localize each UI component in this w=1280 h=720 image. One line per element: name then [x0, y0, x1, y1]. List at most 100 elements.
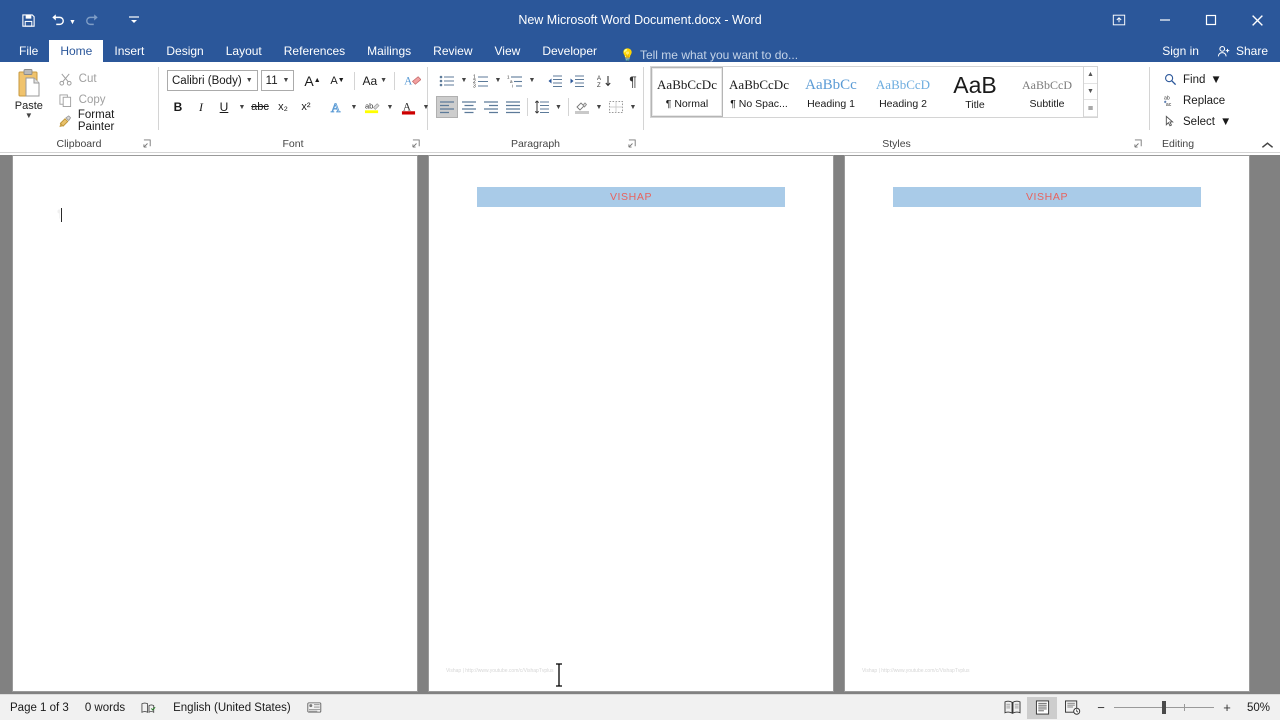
- underline-dropdown[interactable]: ▼: [236, 96, 248, 118]
- copy-button[interactable]: Copy: [54, 90, 154, 110]
- page-header-banner[interactable]: VISHAP: [893, 187, 1201, 207]
- tab-design[interactable]: Design: [155, 40, 214, 62]
- increase-indent-button[interactable]: [566, 70, 588, 92]
- tab-view[interactable]: View: [484, 40, 532, 62]
- style-no-spacing[interactable]: AaBbCcDc ¶ No Spac...: [723, 67, 795, 117]
- strikethrough-button[interactable]: abc: [249, 96, 271, 118]
- multilevel-dropdown[interactable]: ▼: [526, 70, 538, 92]
- change-case-button[interactable]: Aa ▼: [361, 70, 388, 92]
- tab-home[interactable]: Home: [49, 40, 104, 62]
- close-icon[interactable]: [1234, 0, 1280, 40]
- share-button[interactable]: Share: [1208, 40, 1280, 62]
- styles-scroll-up-icon[interactable]: ▲: [1084, 67, 1097, 84]
- cut-button[interactable]: Cut: [54, 69, 154, 89]
- page-header-banner[interactable]: VISHAP: [477, 187, 785, 207]
- read-mode-button[interactable]: [997, 697, 1027, 719]
- tell-me-box[interactable]: 💡 Tell me what you want to do...: [608, 48, 798, 62]
- line-spacing-dropdown[interactable]: ▼: [553, 96, 565, 118]
- tab-references[interactable]: References: [273, 40, 356, 62]
- zoom-level[interactable]: 50%: [1240, 702, 1270, 714]
- bullets-dropdown[interactable]: ▼: [458, 70, 470, 92]
- page-indicator[interactable]: Page 1 of 3: [10, 702, 69, 714]
- borders-button[interactable]: [605, 96, 627, 118]
- clipboard-dialog-launcher[interactable]: [143, 139, 154, 150]
- align-center-button[interactable]: [458, 96, 480, 118]
- paragraph-dialog-launcher[interactable]: [628, 139, 639, 150]
- styles-dialog-launcher[interactable]: [1134, 139, 1145, 150]
- tab-layout[interactable]: Layout: [215, 40, 273, 62]
- clear-formatting-button[interactable]: A: [401, 70, 423, 92]
- zoom-slider[interactable]: [1114, 701, 1214, 714]
- line-spacing-button[interactable]: [531, 96, 553, 118]
- restore-icon[interactable]: [1188, 0, 1234, 40]
- document-page-2[interactable]: VISHAP Vishap | http://www.youtube.com/c…: [428, 155, 834, 692]
- style-heading-1[interactable]: AaBbCс Heading 1: [795, 67, 867, 117]
- zoom-in-button[interactable]: +: [1221, 700, 1233, 715]
- format-painter-button[interactable]: Format Painter: [54, 109, 154, 133]
- bold-button[interactable]: B: [167, 96, 189, 118]
- tab-developer[interactable]: Developer: [531, 40, 608, 62]
- style-normal[interactable]: AaBbCcDc ¶ Normal: [651, 67, 723, 117]
- bullets-button[interactable]: [436, 70, 458, 92]
- superscript-button[interactable]: x²: [295, 96, 317, 118]
- customize-qat-icon[interactable]: [120, 7, 148, 33]
- document-page-1[interactable]: ¶: [12, 155, 418, 692]
- style-title[interactable]: AaB Title: [939, 67, 1011, 117]
- select-dropdown-icon[interactable]: ▼: [1220, 116, 1231, 128]
- find-dropdown-icon[interactable]: ▼: [1210, 74, 1221, 86]
- decrease-indent-button[interactable]: [544, 70, 566, 92]
- subscript-button[interactable]: x₂: [272, 96, 294, 118]
- font-name-combo[interactable]: Calibri (Body) ▼: [167, 70, 258, 91]
- ribbon-display-options-icon[interactable]: [1096, 0, 1142, 40]
- sign-in-button[interactable]: Sign in: [1152, 44, 1209, 58]
- shading-dropdown[interactable]: ▼: [593, 96, 605, 118]
- chevron-down-icon[interactable]: ▼: [242, 77, 257, 84]
- font-size-combo[interactable]: 11 ▼: [260, 70, 295, 91]
- zoom-out-button[interactable]: −: [1095, 700, 1107, 715]
- shrink-font-button[interactable]: A ▼: [326, 70, 348, 92]
- show-formatting-marks-button[interactable]: ¶: [622, 70, 644, 92]
- minimize-icon[interactable]: [1142, 0, 1188, 40]
- language-indicator[interactable]: English (United States): [173, 702, 291, 714]
- styles-scroll-down-icon[interactable]: ▼: [1084, 84, 1097, 101]
- paste-dropdown-icon[interactable]: ▼: [25, 112, 33, 120]
- underline-button[interactable]: U: [213, 96, 235, 118]
- text-effects-dropdown[interactable]: ▼: [348, 96, 360, 118]
- collapse-ribbon-button[interactable]: [1261, 141, 1274, 150]
- multilevel-list-button[interactable]: 1ai: [504, 70, 526, 92]
- styles-more-icon[interactable]: ≣: [1084, 100, 1097, 118]
- undo-icon[interactable]: [44, 7, 72, 33]
- numbering-button[interactable]: 123: [470, 70, 492, 92]
- numbering-dropdown[interactable]: ▼: [492, 70, 504, 92]
- highlight-dropdown[interactable]: ▼: [384, 96, 396, 118]
- borders-dropdown[interactable]: ▼: [627, 96, 639, 118]
- text-effects-button[interactable]: A: [325, 96, 347, 118]
- align-right-button[interactable]: [480, 96, 502, 118]
- style-heading-2[interactable]: AaBbCcD Heading 2: [867, 67, 939, 117]
- tab-insert[interactable]: Insert: [103, 40, 155, 62]
- word-count[interactable]: 0 words: [85, 702, 125, 714]
- tab-review[interactable]: Review: [422, 40, 483, 62]
- web-layout-button[interactable]: [1057, 697, 1087, 719]
- replace-button[interactable]: ab ac Replace: [1160, 90, 1234, 111]
- font-dialog-launcher[interactable]: [412, 139, 423, 150]
- tab-file[interactable]: File: [8, 40, 49, 62]
- justify-button[interactable]: [502, 96, 524, 118]
- chevron-down-icon[interactable]: ▼: [278, 77, 293, 84]
- sort-button[interactable]: AZ: [594, 70, 616, 92]
- undo-dropdown-icon[interactable]: ▼: [69, 19, 76, 26]
- document-page-3[interactable]: VISHAP Vishap | http://www.youtube.com/c…: [844, 155, 1250, 692]
- select-button[interactable]: Select ▼: [1160, 111, 1234, 132]
- style-subtitle[interactable]: AaBbCcD Subtitle: [1011, 67, 1083, 117]
- italic-button[interactable]: I: [190, 96, 212, 118]
- proofing-errors-icon[interactable]: [141, 701, 157, 715]
- zoom-slider-thumb[interactable]: [1162, 701, 1166, 714]
- macro-record-icon[interactable]: [307, 701, 322, 714]
- print-layout-button[interactable]: [1027, 696, 1057, 719]
- grow-font-button[interactable]: A ▲: [301, 70, 323, 92]
- text-highlight-color-button[interactable]: ab: [361, 96, 383, 118]
- font-color-button[interactable]: A: [397, 96, 419, 118]
- find-button[interactable]: Find ▼: [1160, 69, 1234, 90]
- document-canvas[interactable]: ¶ VISHAP Vishap | http://www.youtube.com…: [0, 155, 1280, 694]
- align-left-button[interactable]: [436, 96, 458, 118]
